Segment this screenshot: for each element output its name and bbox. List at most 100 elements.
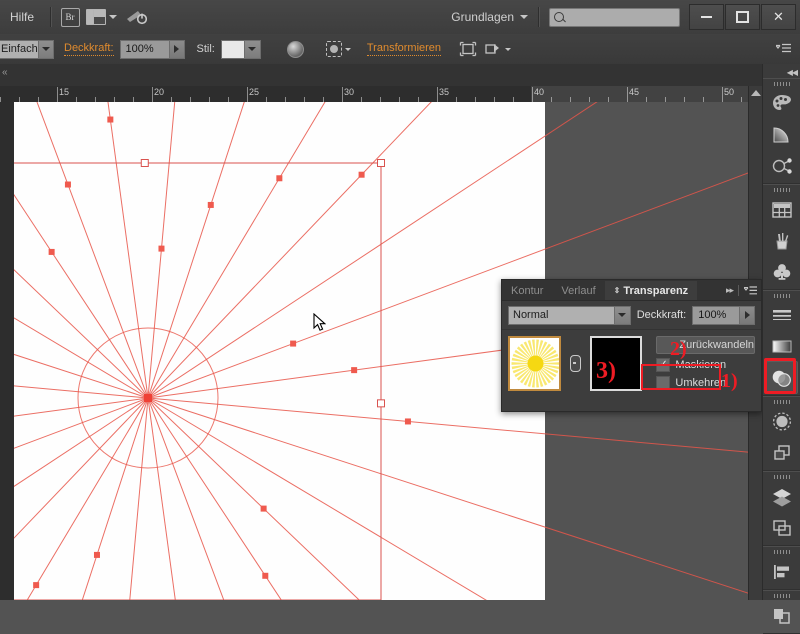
anchor-point[interactable] — [260, 505, 267, 512]
selection-handle[interactable] — [377, 399, 385, 408]
text-wrap-button[interactable] — [323, 38, 355, 60]
close-button[interactable]: ✕ — [761, 4, 796, 30]
expand-arrows-icon[interactable]: ▸▸ — [726, 285, 734, 296]
minimize-button[interactable] — [689, 4, 724, 30]
tab-verlauf[interactable]: Verlauf — [552, 281, 604, 300]
dock-group-layers — [763, 471, 800, 546]
ruler-tick — [247, 87, 248, 102]
dock-item-pages[interactable] — [763, 600, 800, 631]
anchor-point[interactable] — [262, 572, 269, 579]
stroke-lines-icon — [773, 309, 791, 320]
panel-menu-icon[interactable] — [744, 285, 757, 296]
tab-kontur[interactable]: Kontur — [502, 281, 552, 300]
blend-mode-dropdown[interactable]: Normal — [508, 305, 631, 325]
transform-label[interactable]: Transformieren — [366, 42, 442, 56]
preset-dropdown[interactable]: Einfach — [0, 39, 54, 59]
menu-hilfe[interactable]: Hilfe — [0, 0, 44, 34]
revert-button[interactable]: Zurückwandeln — [656, 336, 756, 354]
anchor-point[interactable] — [276, 175, 283, 182]
object-thumbnail[interactable] — [508, 336, 561, 391]
dock-item-effects[interactable] — [763, 406, 800, 437]
dock-item-table[interactable] — [763, 194, 800, 225]
ruler-tick-label: 20 — [154, 87, 165, 97]
anchor-point[interactable] — [207, 201, 214, 208]
opacity-field[interactable]: 100% — [119, 39, 185, 59]
effects-button[interactable] — [283, 38, 309, 60]
ruler-tick-label: 25 — [249, 87, 260, 97]
arrange-documents-button[interactable] — [83, 6, 119, 28]
dock-collapse-button[interactable]: ◀◀ — [763, 64, 800, 78]
horizontal-ruler[interactable]: 15 20 25 30 35 40 45 50 — [0, 86, 748, 103]
vertical-ruler[interactable] — [0, 102, 15, 600]
dock-grip[interactable] — [763, 547, 800, 556]
selection-bounding-box[interactable] — [14, 162, 382, 600]
bridge-button[interactable]: Br — [57, 6, 83, 28]
dock-grip[interactable] — [763, 185, 800, 194]
dock-item-layers[interactable] — [763, 481, 800, 512]
control-panel-menu-button[interactable] — [770, 38, 796, 60]
opacity-stepper-icon[interactable] — [168, 40, 184, 58]
anchor-point[interactable] — [158, 245, 165, 252]
anchor-point[interactable] — [290, 340, 297, 347]
center-anchor-point[interactable] — [144, 394, 152, 402]
dock-item-color-theme[interactable] — [763, 150, 800, 181]
dock-grip[interactable] — [763, 291, 800, 300]
anchor-point[interactable] — [107, 116, 114, 123]
workspace-label: Grundlagen — [451, 10, 514, 24]
transparency-panel[interactable]: Kontur Verlauf ⇕ Transparenz ▸▸ Normal D… — [501, 279, 762, 412]
selection-handle[interactable] — [377, 159, 385, 167]
mask-checkbox-row[interactable]: ✓ Maskieren — [656, 358, 755, 372]
dock-item-stroke[interactable] — [763, 300, 800, 331]
link-icon — [569, 355, 581, 372]
dock-item-gradient[interactable] — [763, 119, 800, 150]
anchor-point[interactable] — [351, 367, 358, 374]
anchor-point[interactable] — [358, 171, 365, 178]
scroll-up-arrow-icon[interactable] — [751, 90, 761, 96]
panel-menu-icon — [775, 43, 791, 53]
workspace-switcher[interactable]: Grundlagen — [451, 10, 528, 24]
anchor-point[interactable] — [48, 248, 55, 255]
ruler-tick-label: 30 — [344, 87, 355, 97]
opacity-stepper-icon[interactable] — [739, 306, 754, 324]
tab-transparenz[interactable]: ⇕ Transparenz — [604, 281, 698, 300]
panel-opacity-value: 100% — [698, 309, 727, 321]
panel-opacity-field[interactable]: 100% — [692, 305, 755, 325]
anchor-point[interactable] — [64, 181, 71, 188]
tools-cup-icon — [776, 232, 789, 249]
anchor-point[interactable] — [93, 551, 100, 558]
selection-handle[interactable] — [140, 159, 149, 167]
invert-checkbox-row[interactable]: Umkehren — [656, 376, 755, 390]
dock-item-transparency[interactable] — [763, 358, 800, 394]
dock-group-pages — [763, 590, 800, 634]
opacity-value: 100% — [125, 43, 154, 55]
style-dropdown[interactable] — [220, 39, 261, 59]
ruler-tick-label: 15 — [59, 87, 70, 97]
quick-apply-icon — [484, 44, 499, 54]
dock-item-tools[interactable] — [763, 225, 800, 256]
dock-item-object-styles[interactable] — [763, 512, 800, 543]
anchor-point[interactable] — [33, 582, 40, 589]
screen-mode-button[interactable] — [119, 6, 153, 28]
mask-checkbox[interactable]: ✓ — [656, 358, 671, 372]
quick-apply-button[interactable] — [481, 38, 513, 60]
dock-item-align[interactable] — [763, 556, 800, 587]
mask-thumbnail[interactable] — [589, 336, 643, 391]
dock-grip[interactable] — [763, 397, 800, 406]
arrange-layout-icon — [85, 9, 106, 25]
panel-body: Zurückwandeln ✓ Maskieren Umkehren — [502, 330, 761, 397]
dock-item-glyphs[interactable] — [763, 256, 800, 287]
maximize-button[interactable] — [725, 4, 760, 30]
invert-checkbox[interactable] — [656, 376, 671, 390]
dock-item-color-palette[interactable] — [763, 88, 800, 119]
dock-grip[interactable] — [763, 472, 800, 481]
search-input[interactable] — [549, 7, 680, 27]
anchor-point[interactable] — [404, 418, 411, 425]
dock-item-pathfinder[interactable] — [763, 437, 800, 468]
link-mask-button[interactable] — [569, 336, 582, 391]
fitting-button[interactable] — [455, 38, 481, 60]
style-label: Stil: — [196, 43, 215, 55]
panel-opacity-label: Deckkraft: — [636, 309, 687, 321]
dock-group-color — [763, 78, 800, 184]
dock-grip[interactable] — [763, 79, 800, 88]
dock-grip[interactable] — [763, 591, 800, 600]
